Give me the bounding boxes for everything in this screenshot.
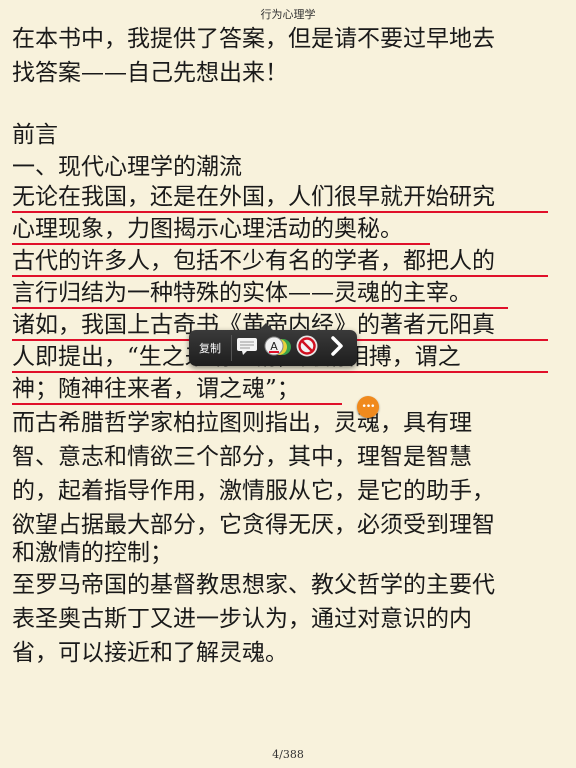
note-icon [235,336,259,360]
text-line: 表圣奥古斯丁又进一步认为，通过对意识的内 [12,606,472,632]
text-line: 找答案——自己先想出来！ [12,60,288,86]
remove-highlight-icon [294,333,320,363]
highlighted-text-line[interactable]: 古代的许多人，包括不少有名的学者，都把人的 [12,246,495,276]
next-arrow-icon [329,335,345,361]
highlighted-text-line[interactable]: 神；随神往来者，谓之魂”； [12,374,300,404]
text-line: 欲望占据最大部分，它贪得无厌，必须受到理智 [12,512,495,538]
text-line: 一、现代心理学的潮流 [12,154,242,180]
highlight-color-button[interactable]: A [262,330,292,366]
text-line: 的，起着指导作用，激情服从它，是它的助手， [12,478,495,504]
highlighted-text-line[interactable]: 心理现象，力图揭示心理活动的奥秘。 [12,214,403,244]
add-note-button[interactable] [232,330,262,366]
highlight-underline [12,243,430,245]
highlighted-text-line[interactable]: 无论在我国，还是在外国，人们很早就开始研究 [12,182,495,212]
more-options-button[interactable] [322,330,352,366]
highlight-underline [12,307,508,309]
page-indicator: 4/388 [272,748,304,761]
highlight-colors-icon: A [263,334,291,362]
text-line: 智、意志和情欲三个部分，其中，理智是智慧 [12,444,472,470]
text-line: 省，可以接近和了解灵魂。 [12,640,288,666]
text-line: 在本书中，我提供了答案，但是请不要过早地去 [12,26,495,52]
note-marker-dots: ••• [361,402,376,412]
text-line: 至罗马帝国的基督教思想家、教父哲学的主要代 [12,572,495,598]
selection-popup-menu: 复制 A [189,323,357,366]
remove-highlight-button[interactable] [292,330,322,366]
popup-pointer [259,323,273,330]
highlight-underline [12,403,342,405]
text-line: 和激情的控制； [12,540,173,566]
text-line: 而古希腊哲学家柏拉图则指出，灵魂，具有理 [12,410,472,436]
highlight-underline [12,211,548,213]
note-marker-icon[interactable]: ••• [357,396,379,418]
highlight-underline [12,275,548,277]
text-line: 前言 [12,122,58,148]
highlight-underline [12,371,548,373]
book-title: 行为心理学 [260,8,316,21]
highlighted-text-line[interactable]: 言行归结为一种特殊的实体——灵魂的主宰。 [12,278,472,308]
copy-button[interactable]: 复制 [189,340,231,356]
